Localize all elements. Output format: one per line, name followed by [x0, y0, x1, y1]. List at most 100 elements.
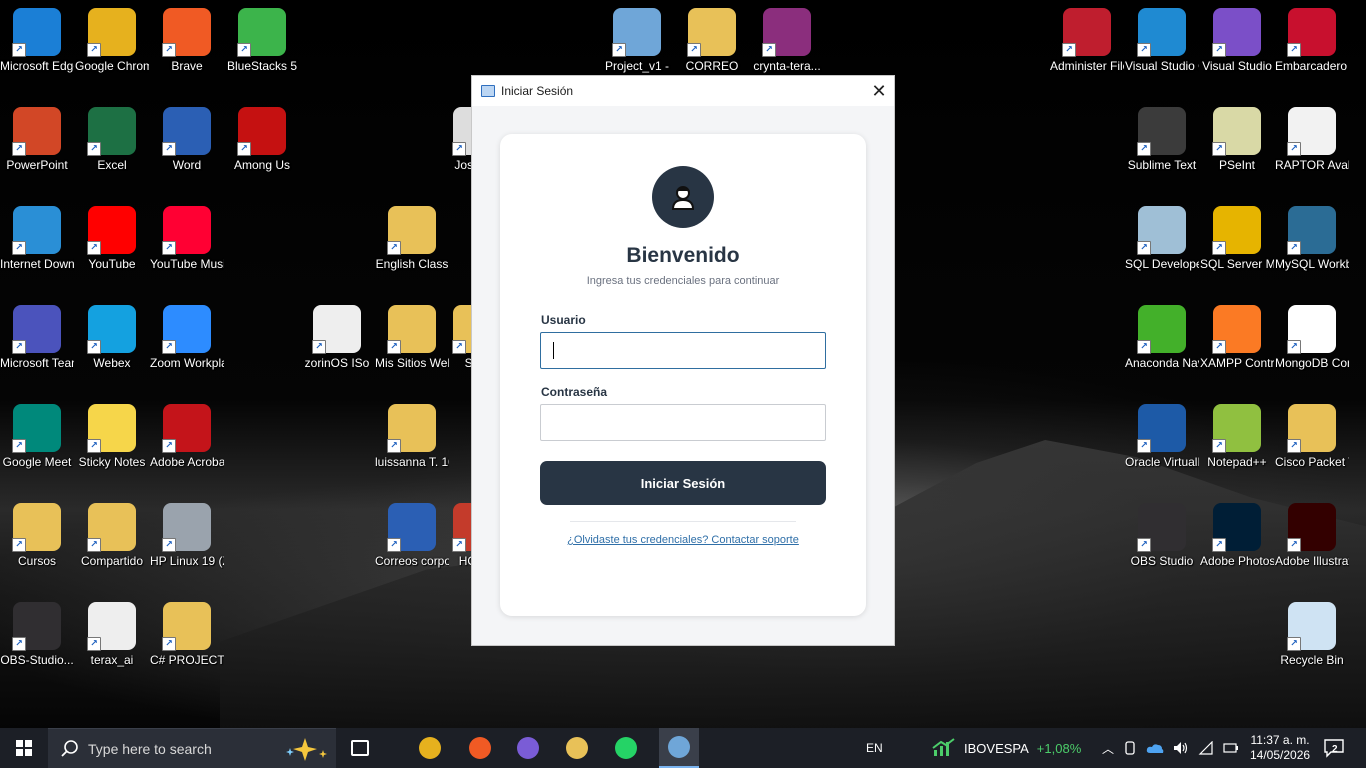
- desktop-icon-label: Microsoft Teams: [0, 356, 74, 370]
- start-button[interactable]: [0, 728, 48, 768]
- username-input[interactable]: [540, 332, 826, 369]
- title-bar[interactable]: Iniciar Sesión ✕: [472, 76, 894, 106]
- desktop-icon[interactable]: ↗ Sticky Notes: [75, 404, 149, 470]
- desktop-icon[interactable]: ↗ Sublime Text: [1125, 107, 1199, 173]
- desktop-icon[interactable]: ↗ SQL Server Manageme...: [1200, 206, 1274, 272]
- onedrive-icon[interactable]: [1146, 742, 1164, 754]
- desktop-icon[interactable]: ↗ Correos corporativ...: [375, 503, 449, 569]
- desktop-icon[interactable]: ↗ OBS-Studio...: [0, 602, 74, 668]
- login-button[interactable]: Iniciar Sesión: [540, 461, 826, 505]
- shortcut-arrow-icon: ↗: [387, 340, 401, 354]
- password-input[interactable]: [540, 404, 826, 441]
- desktop-icon[interactable]: ↗ Microsoft Teams: [0, 305, 74, 371]
- taskbar-app-button[interactable]: [659, 728, 699, 768]
- chevron-up-icon[interactable]: ︿: [1102, 740, 1114, 757]
- notification-center[interactable]: 2: [1323, 728, 1344, 768]
- youtube-icon: ↗: [87, 206, 136, 255]
- desktop-icon[interactable]: ↗ Mis Sitios Webs: [375, 305, 449, 371]
- desktop-icon[interactable]: ↗ Cisco Packet Tracer: [1275, 404, 1349, 470]
- shortcut-arrow-icon: ↗: [1287, 637, 1301, 651]
- desktop-icon[interactable]: ↗ Administer FileZilla S...: [1050, 8, 1124, 74]
- device-icon[interactable]: [1123, 741, 1137, 755]
- desktop-icon[interactable]: ↗ Excel: [75, 107, 149, 173]
- desktop-icon[interactable]: ↗ Recycle Bin: [1275, 602, 1349, 668]
- desktop-icon[interactable]: ↗ Among Us: [225, 107, 299, 173]
- shortcut-arrow-icon: ↗: [1137, 43, 1151, 57]
- desktop-icon[interactable]: ↗ Anaconda Navigator: [1125, 305, 1199, 371]
- desktop-icon[interactable]: ↗ Brave: [150, 8, 224, 74]
- desktop-icon[interactable]: ↗ YouTube: [75, 206, 149, 272]
- desktop-icon[interactable]: ↗ Notepad++: [1200, 404, 1274, 470]
- desktop-icon[interactable]: ↗ YouTube Music: [150, 206, 224, 272]
- desktop-icon[interactable]: ↗ Adobe Illustrat...: [1275, 503, 1349, 569]
- desktop-icon[interactable]: ↗ crynta-tera...: [750, 8, 824, 74]
- desktop-icon[interactable]: ↗ PSeInt: [1200, 107, 1274, 173]
- desktop-icon-label: English Class: [375, 257, 449, 271]
- desktop-icon-label: Excel: [97, 158, 127, 172]
- desktop-icon[interactable]: ↗ Word: [150, 107, 224, 173]
- desktop-icon[interactable]: ↗ terax_ai: [75, 602, 149, 668]
- desktop-icon[interactable]: ↗ XAMPP Contr...: [1200, 305, 1274, 371]
- desktop-icon[interactable]: ↗ C# PROJECT: [150, 602, 224, 668]
- desktop-icon[interactable]: ↗ CORREO: [675, 8, 749, 74]
- taskbar-app-button[interactable]: [561, 734, 593, 762]
- obs-icon: ↗: [1137, 503, 1186, 552]
- shortcut-arrow-icon: ↗: [1287, 43, 1301, 57]
- desktop-icon[interactable]: ↗ Oracle VirtualBox: [1125, 404, 1199, 470]
- desktop-icon[interactable]: ↗ Adobe Photosh...: [1200, 503, 1274, 569]
- network-icon[interactable]: [1198, 741, 1214, 755]
- desktop-icon[interactable]: ↗ Webex: [75, 305, 149, 371]
- taskbar-app-button[interactable]: [512, 734, 544, 762]
- desktop-icon[interactable]: ↗ BlueStacks 5: [225, 8, 299, 74]
- idm-icon: ↗: [12, 206, 61, 255]
- desktop-icon[interactable]: ↗ English Class: [375, 206, 449, 272]
- desktop-icon[interactable]: ↗ Google Meet: [0, 404, 74, 470]
- taskbar-app-button[interactable]: [610, 734, 642, 762]
- desktop-icon[interactable]: ↗ OBS Studio: [1125, 503, 1199, 569]
- battery-icon[interactable]: [1223, 741, 1239, 755]
- taskbar-app-button[interactable]: [464, 734, 496, 762]
- shortcut-arrow-icon: ↗: [87, 43, 101, 57]
- taskbar-search[interactable]: Type here to search: [48, 728, 336, 768]
- stock-widget[interactable]: IBOVESPA +1,08%: [932, 728, 1081, 768]
- taskbar-app-button[interactable]: [414, 734, 446, 762]
- stock-change: +1,08%: [1036, 740, 1082, 756]
- shortcut-arrow-icon: ↗: [162, 439, 176, 453]
- user-icon: [671, 186, 695, 210]
- desktop-icon[interactable]: ↗ Visual Studio: [1200, 8, 1274, 74]
- desktop-icon[interactable]: ↗ Project_v1 -: [600, 8, 674, 74]
- volume-icon[interactable]: [1173, 741, 1189, 755]
- desktop-icon[interactable]: ↗ Visual Studio Code: [1125, 8, 1199, 74]
- desktop-icon[interactable]: ↗ RAPTOR Avalonia: [1275, 107, 1349, 173]
- desktop-icon[interactable]: ↗ luissanna T. 100756551: [375, 404, 449, 470]
- desktop-icon[interactable]: ↗ Embarcadero Dev-C++: [1275, 8, 1349, 74]
- desktop-icon[interactable]: ↗ zorinOS ISo: [300, 305, 374, 371]
- shortcut-arrow-icon: ↗: [237, 43, 251, 57]
- forgot-credentials-link[interactable]: ¿Olvidaste tus credenciales? Contactar s…: [500, 534, 866, 546]
- desktop-icon[interactable]: ↗ SQL Developer: [1125, 206, 1199, 272]
- folder-icon: ↗: [387, 305, 436, 354]
- desktop-icon[interactable]: ↗ HP Linux 19 (Z) - Shortcut: [150, 503, 224, 569]
- folder-icon: ↗: [687, 8, 736, 57]
- desktop-icon-label: Zoom Workplace: [150, 356, 224, 370]
- desktop-icon[interactable]: ↗ Adobe Acrobat: [150, 404, 224, 470]
- sticky-notes-icon: ↗: [87, 404, 136, 453]
- desktop-icon[interactable]: ↗ Compartido: [75, 503, 149, 569]
- taskbar-app-button[interactable]: [344, 734, 376, 762]
- m365-icon: [517, 737, 539, 759]
- clock[interactable]: 11:37 a. m. 14/05/2026: [1250, 728, 1310, 768]
- desktop-icon[interactable]: ↗ Microsoft Edge: [0, 8, 74, 74]
- chrome-icon: [419, 737, 441, 759]
- desktop-icon[interactable]: ↗ PowerPoint: [0, 107, 74, 173]
- desktop-icon[interactable]: ↗ MongoDB Compass: [1275, 305, 1349, 371]
- desktop-icon[interactable]: ↗ MySQL Workben...: [1275, 206, 1349, 272]
- desktop-icon[interactable]: ↗ Cursos: [0, 503, 74, 569]
- subtitle: Ingresa tus credenciales para continuar: [586, 275, 780, 287]
- shortcut-arrow-icon: ↗: [162, 142, 176, 156]
- edge-icon: ↗: [12, 8, 61, 57]
- desktop-icon[interactable]: ↗ Zoom Workplace: [150, 305, 224, 371]
- close-icon[interactable]: ✕: [864, 76, 894, 106]
- desktop-icon[interactable]: ↗ Internet Downlo...: [0, 206, 74, 272]
- desktop-icon[interactable]: ↗ Google Chrome: [75, 8, 149, 74]
- language-indicator[interactable]: EN: [866, 728, 883, 768]
